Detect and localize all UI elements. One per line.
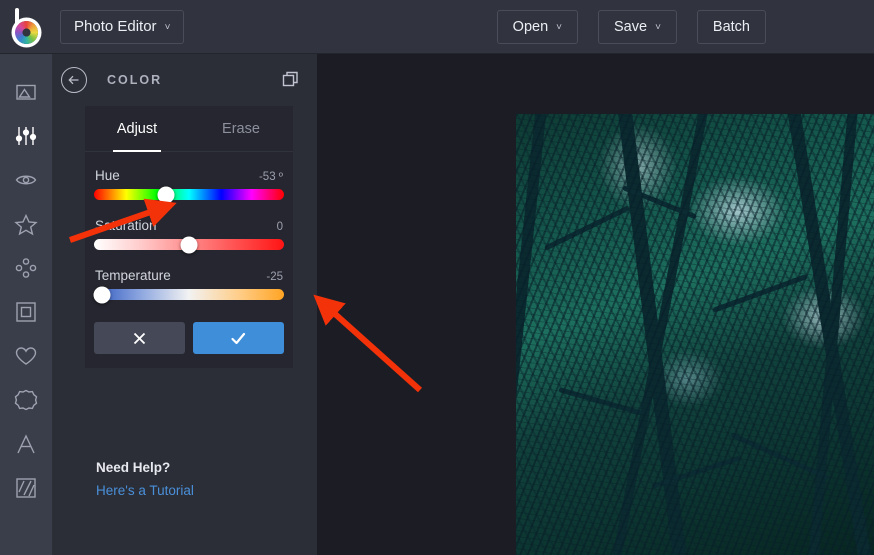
adjust-card: Adjust Erase Hue -53 º Saturation 0 Temp… bbox=[85, 106, 293, 368]
hue-slider-knob[interactable] bbox=[157, 186, 175, 203]
tab-erase-label: Erase bbox=[222, 120, 260, 137]
back-button[interactable] bbox=[61, 67, 87, 93]
sidebar-item-textures[interactable] bbox=[0, 466, 53, 510]
slider-group: Hue -53 º Saturation 0 Temperature -25 bbox=[85, 152, 293, 303]
hue-slider[interactable] bbox=[94, 186, 284, 203]
apply-button[interactable] bbox=[193, 322, 284, 354]
save-button-label: Save bbox=[614, 19, 648, 35]
badge-icon bbox=[14, 389, 38, 411]
dots-icon bbox=[15, 258, 37, 278]
sliders-icon bbox=[15, 127, 37, 145]
tab-adjust-label: Adjust bbox=[116, 120, 158, 137]
tab-bar: Adjust Erase bbox=[85, 106, 293, 152]
duplicate-layers-icon[interactable] bbox=[282, 70, 302, 90]
check-icon bbox=[231, 332, 246, 344]
photo-foliage-texture bbox=[516, 114, 874, 555]
photo-editor-app: Photo Editor ˅ Open ˅ Save ˅ Batch COLOR… bbox=[0, 0, 874, 555]
forest-canopy-photo[interactable] bbox=[516, 114, 874, 555]
save-button[interactable]: Save ˅ bbox=[598, 10, 677, 44]
sidebar-item-effects[interactable] bbox=[0, 202, 53, 246]
temperature-value: -25 bbox=[266, 271, 283, 283]
chevron-down-icon: ˅ bbox=[655, 22, 661, 33]
cancel-button[interactable] bbox=[94, 322, 185, 354]
saturation-label: Saturation bbox=[95, 218, 157, 233]
temperature-slider[interactable] bbox=[93, 286, 284, 303]
color-tool-panel: COLOR Adjust Erase Hue -53 º Saturation … bbox=[53, 54, 317, 555]
top-bar: Photo Editor ˅ Open ˅ Save ˅ Batch bbox=[0, 0, 874, 54]
saturation-slider-knob[interactable] bbox=[180, 236, 198, 253]
top-bar-actions: Open ˅ Save ˅ Batch bbox=[496, 0, 874, 54]
befunky-color-wheel-logo bbox=[11, 7, 43, 46]
chevron-down-icon: ˅ bbox=[164, 21, 171, 33]
sidebar-item-edit[interactable] bbox=[0, 114, 53, 158]
batch-button[interactable]: Batch bbox=[696, 10, 766, 44]
frame-icon bbox=[16, 302, 36, 322]
action-buttons bbox=[85, 318, 293, 354]
temperature-label: Temperature bbox=[95, 268, 171, 283]
open-button-label: Open bbox=[512, 19, 549, 35]
saturation-value: 0 bbox=[276, 221, 283, 233]
batch-button-label: Batch bbox=[712, 19, 750, 35]
saturation-slider[interactable] bbox=[94, 236, 284, 253]
image-icon bbox=[16, 84, 36, 100]
sidebar-item-touchup[interactable] bbox=[0, 158, 53, 202]
temperature-slider-knob[interactable] bbox=[93, 286, 111, 303]
app-switcher[interactable]: Photo Editor ˅ bbox=[60, 9, 185, 44]
help-title: Need Help? bbox=[96, 460, 171, 475]
close-x-icon bbox=[133, 332, 146, 344]
sidebar-item-frames[interactable] bbox=[0, 290, 53, 334]
back-arrow-icon bbox=[68, 75, 79, 85]
tutorial-link[interactable]: Here's a Tutorial bbox=[96, 483, 306, 498]
heart-icon bbox=[15, 347, 37, 365]
tab-adjust[interactable]: Adjust bbox=[85, 106, 189, 151]
sidebar-item-artsy[interactable] bbox=[0, 246, 53, 290]
sidebar-item-text[interactable] bbox=[0, 422, 53, 466]
sidebar-item-overlays[interactable] bbox=[0, 334, 53, 378]
app-switcher-label: Photo Editor bbox=[74, 18, 157, 35]
sidebar-item-image[interactable] bbox=[0, 70, 53, 114]
chevron-down-icon: ˅ bbox=[556, 22, 562, 33]
hue-value: -53 º bbox=[258, 171, 283, 183]
star-icon bbox=[14, 213, 38, 235]
eye-icon bbox=[15, 175, 37, 185]
hue-label: Hue bbox=[95, 168, 120, 183]
open-button[interactable]: Open ˅ bbox=[496, 10, 578, 44]
help-section: Need Help? Here's a Tutorial bbox=[96, 460, 306, 498]
panel-header: COLOR bbox=[53, 54, 317, 106]
text-a-icon bbox=[17, 433, 35, 453]
page-title: COLOR bbox=[107, 73, 163, 87]
app-logo[interactable] bbox=[0, 0, 54, 54]
canvas-area[interactable] bbox=[317, 54, 874, 555]
hue-row: Hue -53 º bbox=[94, 168, 284, 189]
tab-erase[interactable]: Erase bbox=[189, 106, 293, 151]
texture-icon bbox=[16, 478, 36, 498]
temperature-row: Temperature -25 bbox=[94, 268, 284, 289]
tool-rail bbox=[0, 54, 53, 555]
logo-color-wheel bbox=[15, 20, 38, 44]
sidebar-item-graphics[interactable] bbox=[0, 378, 53, 422]
